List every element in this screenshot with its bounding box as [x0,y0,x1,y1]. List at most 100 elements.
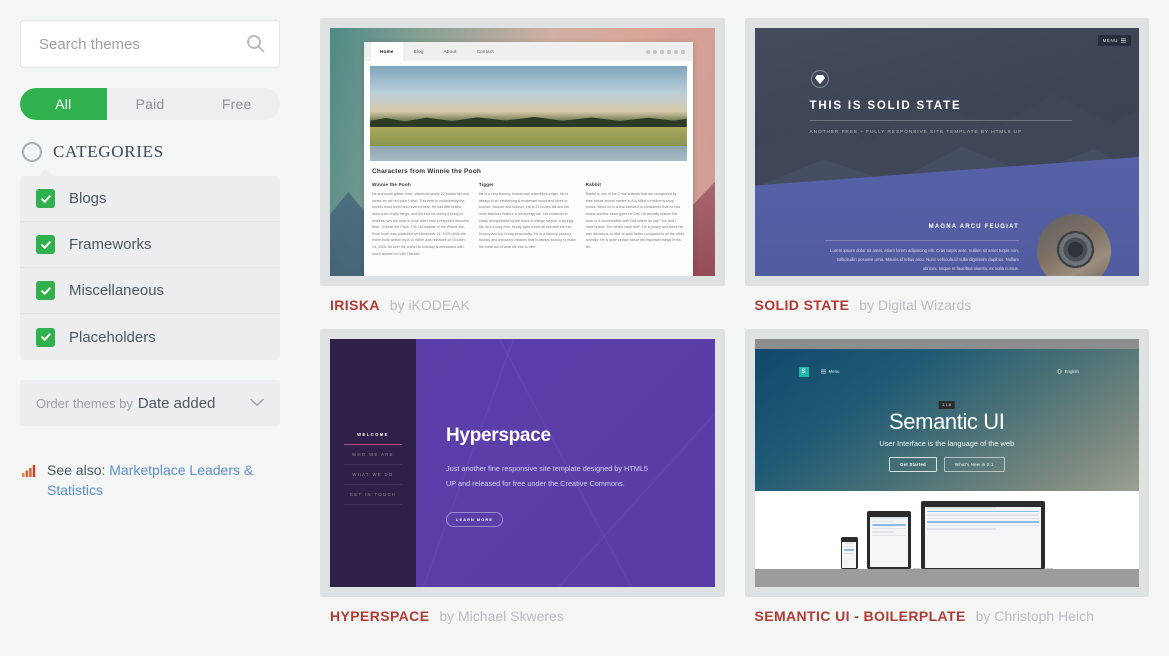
category-label: Miscellaneous [69,282,165,299]
screen-line [844,545,853,547]
theme-grid: Home Blog About Contact Characters from … [300,0,1169,656]
preview-column: Winnie the Pooh He is a small golden bea… [372,182,471,257]
theme-thumbnail-solid-state[interactable]: MENU THIS IS SOLID STATE ANOTHER FREE + … [754,28,1139,276]
theme-caption: HYPERSPACE by Michael Skweres [320,597,725,624]
checkbox-checked-icon[interactable] [36,235,55,254]
search-icon[interactable] [246,34,265,58]
by-label: by [975,608,991,624]
laptop-mockup [920,501,1045,569]
order-prefix-label: Order themes by [36,395,133,411]
category-item-blogs[interactable]: Blogs [20,176,280,222]
theme-thumbnail-hyperspace[interactable]: WELCOME WHO WE ARE WHAT WE DO GET IN TOU… [330,339,715,587]
preview-nav-blog: Blog [413,49,424,54]
preview-cta-group: Get Started What's New in 2.1 [755,457,1140,472]
preview-column-body: He is a very Bouncy Animal and resembles… [478,192,576,250]
filter-tab-all[interactable]: All [20,88,107,120]
screen-line [871,524,906,526]
chevron-down-icon[interactable] [250,394,264,412]
circle-icon [22,142,42,162]
tablet-screen [869,517,908,567]
categories-list: Blogs Frameworks Miscellaneous Placehold… [20,169,280,360]
tablet-mockup [866,511,911,569]
phone-mockup [840,537,858,569]
preview-column-body: He is a small golden bear, stands at nea… [372,192,469,256]
preview-column-body: Rabbit is one of the 2 real animals that… [585,192,684,250]
twitter-icon [645,49,650,54]
checkbox-checked-icon[interactable] [36,327,55,347]
bar-chart-icon [22,464,38,500]
category-item-miscellaneous[interactable]: Miscellaneous [20,268,280,314]
thumbnail-frame[interactable]: MENU THIS IS SOLID STATE ANOTHER FREE + … [744,18,1149,286]
thumbnail-frame[interactable]: S Menu English 2.1.8 Semantic UI User In… [744,329,1149,597]
preview-nav-what-we-do: WHAT WE DO [344,465,402,485]
price-filter-tabs: All Paid Free [20,88,280,120]
globe-icon [1056,369,1062,374]
screen-line [926,510,1039,512]
screen-line [844,552,854,554]
preview-heading: Hyperspace [446,425,551,446]
preview-subheading: User Interface is the language of the we… [879,439,1015,448]
by-label: by [859,297,875,313]
screen-line [871,520,895,522]
theme-marketplace-page: All Paid Free CATEGORIES Blogs Framework… [0,0,1169,656]
theme-caption: SEMANTIC UI - BOILERPLATE by Christoph H… [745,597,1150,624]
search-input[interactable] [37,34,235,54]
theme-name-link[interactable]: SOLID STATE [755,297,850,313]
checkbox-checked-icon[interactable] [36,189,55,208]
phone-screen [842,542,856,568]
theme-card-solid-state[interactable]: MENU THIS IS SOLID STATE ANOTHER FREE + … [735,18,1160,313]
diamond-icon [810,70,829,88]
preview-version-badge: 2.1.8 [938,401,956,409]
screen-line [871,531,895,533]
theme-name-link[interactable]: SEMANTIC UI - BOILERPLATE [755,608,966,624]
theme-name-link[interactable]: IRISKA [330,297,380,313]
preview-main-panel: Hyperspace Just another fine responsive … [416,339,715,587]
thumbnail-frame[interactable]: WELCOME WHO WE ARE WHAT WE DO GET IN TOU… [320,329,725,597]
screen-line [871,534,906,536]
preview-language-item: English [1056,369,1079,374]
preview-heading: THIS IS SOLID STATE [809,100,962,112]
theme-thumbnail-semantic-ui[interactable]: S Menu English 2.1.8 Semantic UI User In… [754,339,1140,587]
by-label: by [439,608,455,624]
see-also-section: See also: Marketplace Leaders & Statisti… [20,460,280,500]
theme-name-link[interactable]: HYPERSPACE [330,608,429,624]
theme-card-hyperspace[interactable]: WELCOME WHO WE ARE WHAT WE DO GET IN TOU… [310,329,735,624]
theme-thumbnail-iriska[interactable]: Home Blog About Contact Characters from … [330,28,715,276]
rss-icon [680,49,685,54]
categories-title: CATEGORIES [53,142,164,161]
preview-language-label: English [1064,369,1079,374]
preview-get-started-button: Get Started [888,457,937,472]
pinterest-icon [673,49,678,54]
preview-column: Tigger He is a very Bouncy Animal and re… [479,182,578,257]
preview-hero: S Menu English 2.1.8 Semantic UI User In… [754,349,1140,491]
screen-line [926,517,1039,519]
filter-tab-paid[interactable]: Paid [107,88,194,120]
search-box[interactable] [20,20,280,68]
preview-hero-photo [370,66,687,161]
category-label: Frameworks [69,236,152,253]
preview-cta-button: LEARN MORE [446,511,503,527]
theme-card-iriska[interactable]: Home Blog About Contact Characters from … [310,18,735,313]
preview-nav-about: About [443,49,457,54]
category-item-placeholders[interactable]: Placeholders [20,314,280,360]
category-item-frameworks[interactable]: Frameworks [20,222,280,268]
theme-author: Digital Wizards [877,297,972,313]
preview-heading: Characters from Winnie the Pooh [372,168,482,175]
theme-caption: SOLID STATE by Digital Wizards [745,286,1150,313]
order-themes-select[interactable]: Order themes by Date added [20,380,280,426]
thumbnail-frame[interactable]: Home Blog About Contact Characters from … [320,18,725,286]
by-label: by [389,297,405,313]
preview-nav: Home Blog About Contact [364,42,693,61]
filter-tab-free[interactable]: Free [193,88,280,120]
divider [824,240,1019,241]
preview-column-title: Rabbit [585,182,602,187]
theme-card-semantic-ui[interactable]: S Menu English 2.1.8 Semantic UI User In… [735,329,1160,624]
semantic-logo-icon: S [798,367,809,377]
hamburger-icon [820,369,826,374]
preview-heading: Semantic UI [889,409,1005,434]
preview-section-title: MAGNA ARCU FEUGIAT [928,224,1019,230]
checkbox-checked-icon[interactable] [36,281,55,300]
hamburger-icon [1121,38,1126,43]
filter-sidebar: All Paid Free CATEGORIES Blogs Framework… [0,0,300,656]
screen-line [844,542,854,544]
